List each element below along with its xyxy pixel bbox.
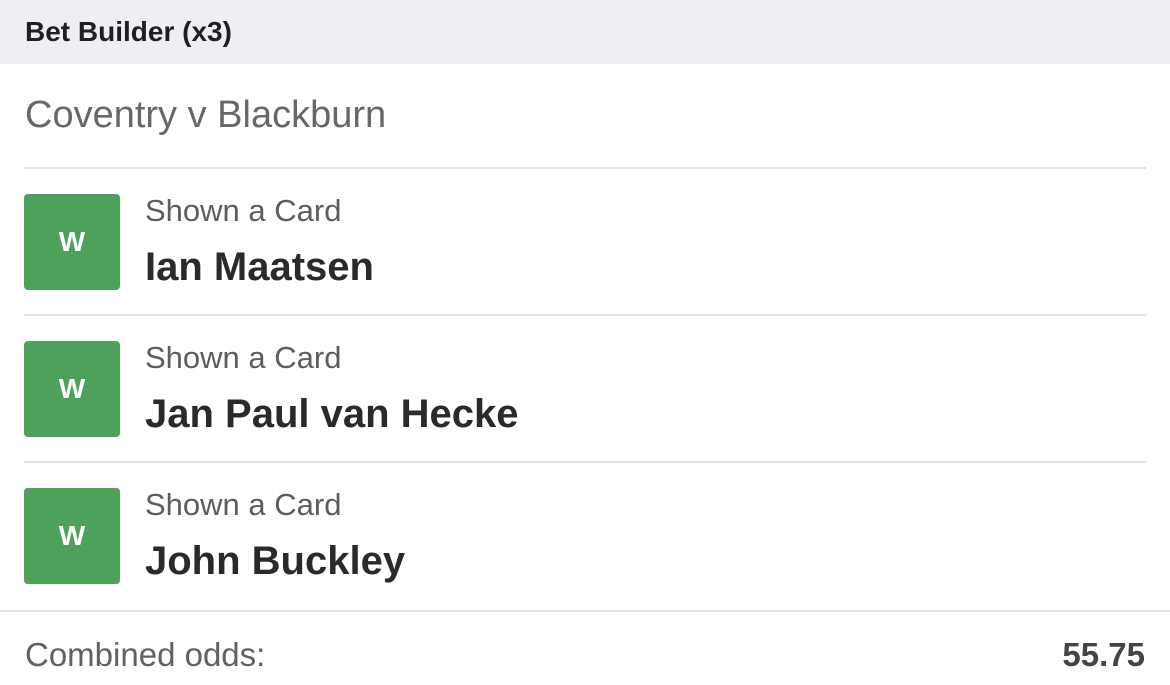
selection-market: Shown a Card (145, 340, 342, 375)
selection-market: Shown a Card (145, 487, 342, 522)
divider (24, 167, 1146, 169)
win-status-badge: W (24, 488, 120, 584)
bet-builder-title: Bet Builder (x3) (25, 16, 232, 47)
selection-row: W Shown a Card Ian Maatsen (24, 194, 1146, 290)
combined-odds-value: 55.75 (1062, 636, 1145, 673)
odds-footer: Combined odds: 55.75 (0, 612, 1170, 685)
selection-player: John Buckley (145, 539, 406, 583)
win-status-badge: W (24, 194, 120, 290)
selection-row: W Shown a Card Jan Paul van Hecke (24, 341, 1146, 437)
bet-builder-header: Bet Builder (x3) (0, 0, 1170, 64)
combined-odds-label: Combined odds: (25, 636, 266, 673)
divider (24, 461, 1146, 463)
win-status-badge: W (24, 341, 120, 437)
selection-player: Jan Paul van Hecke (145, 392, 519, 436)
bet-builder-card: Bet Builder (x3) Coventry v Blackburn W … (0, 0, 1170, 685)
selection-player: Ian Maatsen (145, 245, 374, 289)
event-name: Coventry v Blackburn (25, 94, 387, 136)
selection-market: Shown a Card (145, 193, 342, 228)
selection-row: W Shown a Card John Buckley (24, 488, 1146, 584)
divider (24, 314, 1146, 316)
